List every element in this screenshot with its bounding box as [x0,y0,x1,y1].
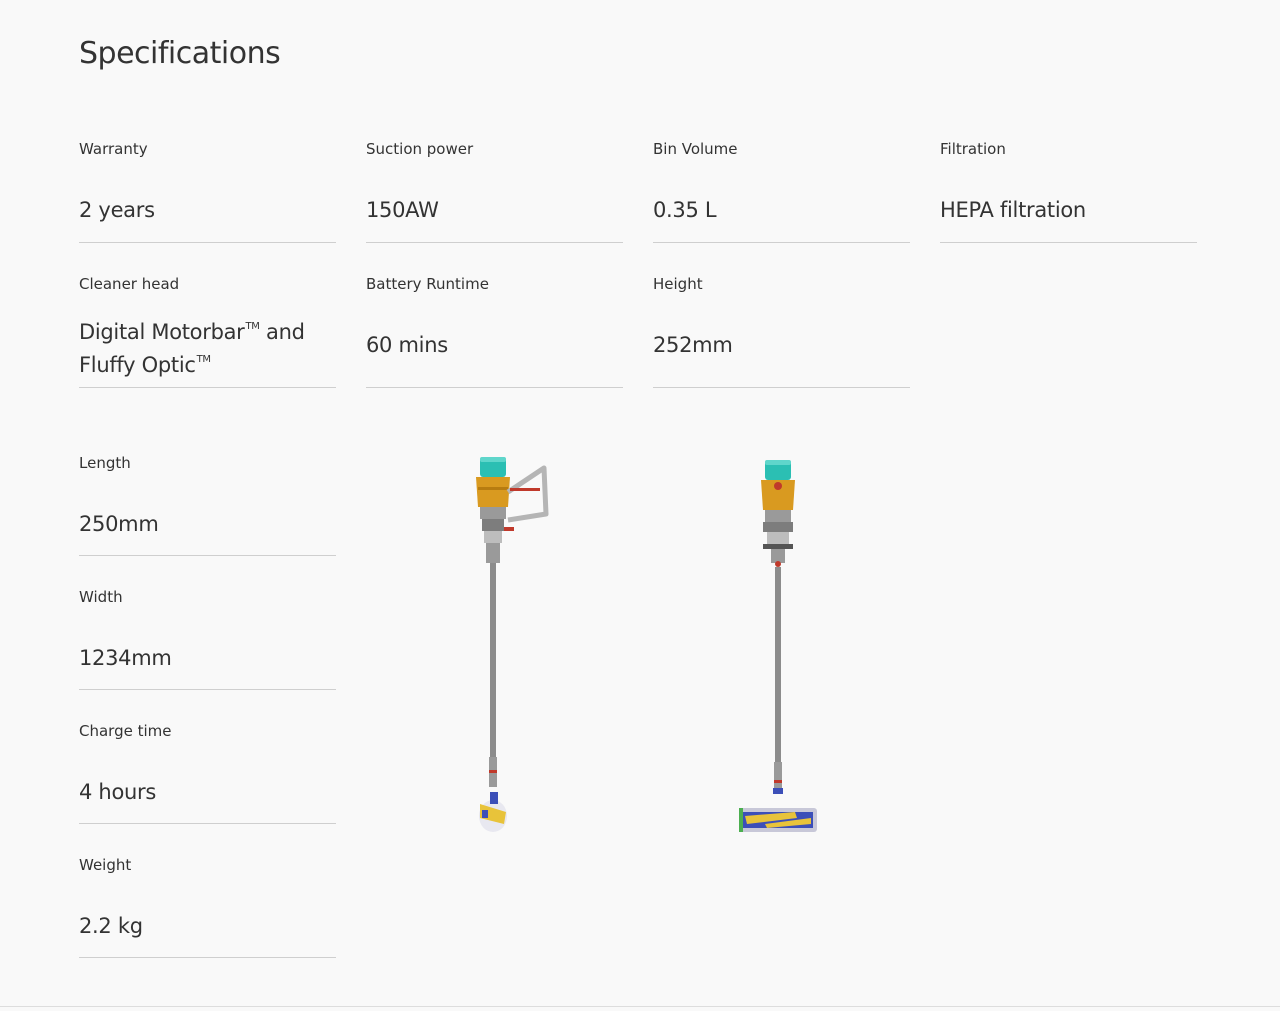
cleaner-head-line1: Digital Motorbar [79,320,245,344]
spec-label: Height [653,275,703,293]
spec-label: Warranty [79,140,148,158]
spec-value: 4 hours [79,780,156,804]
spec-height: Height 252mm [653,265,910,388]
footer-divider [0,1006,1280,1007]
spec-value: 150AW [366,198,439,222]
spec-length: Length 250mm [79,444,336,556]
spec-value: 2 years [79,198,155,222]
spec-value: 2.2 kg [79,914,143,938]
cleaner-head-line2: Fluffy Optic [79,353,196,377]
spec-value: 252mm [653,333,733,357]
spec-value: Digital MotorbarTM and Fluffy OpticTM [79,313,336,379]
spec-width: Width 1234mm [79,578,336,690]
spec-value: 0.35 L [653,198,717,222]
spec-label: Weight [79,856,132,874]
vacuum-side-view-image [476,457,549,832]
trademark-mark: TM [196,354,211,365]
spec-battery-runtime: Battery Runtime 60 mins [366,265,623,388]
spec-cleaner-head: Cleaner head Digital MotorbarTM and Fluf… [79,265,336,388]
spec-label: Length [79,454,131,472]
vacuum-front-view-image [739,460,817,832]
spec-weight: Weight 2.2 kg [79,846,336,958]
spec-bin-volume: Bin Volume 0.35 L [653,130,910,243]
spec-label: Cleaner head [79,275,180,293]
spec-label: Suction power [366,140,474,158]
spec-filtration: Filtration HEPA filtration [940,130,1197,243]
spec-value: 1234mm [79,646,172,670]
specifications-page: Specifications Warranty 2 years Suction … [0,0,1280,1011]
spec-label: Bin Volume [653,140,738,158]
spec-label: Filtration [940,140,1006,158]
spec-label: Width [79,588,123,606]
page-title: Specifications [79,36,281,71]
spec-suction-power: Suction power 150AW [366,130,623,243]
spec-value: HEPA filtration [940,198,1086,222]
spec-warranty: Warranty 2 years [79,130,336,243]
spec-label: Charge time [79,722,172,740]
spec-charge-time: Charge time 4 hours [79,712,336,824]
cleaner-head-and: and [259,320,305,344]
trademark-mark: TM [245,321,260,332]
spec-value: 250mm [79,512,159,536]
spec-label: Battery Runtime [366,275,489,293]
spec-value: 60 mins [366,333,448,357]
